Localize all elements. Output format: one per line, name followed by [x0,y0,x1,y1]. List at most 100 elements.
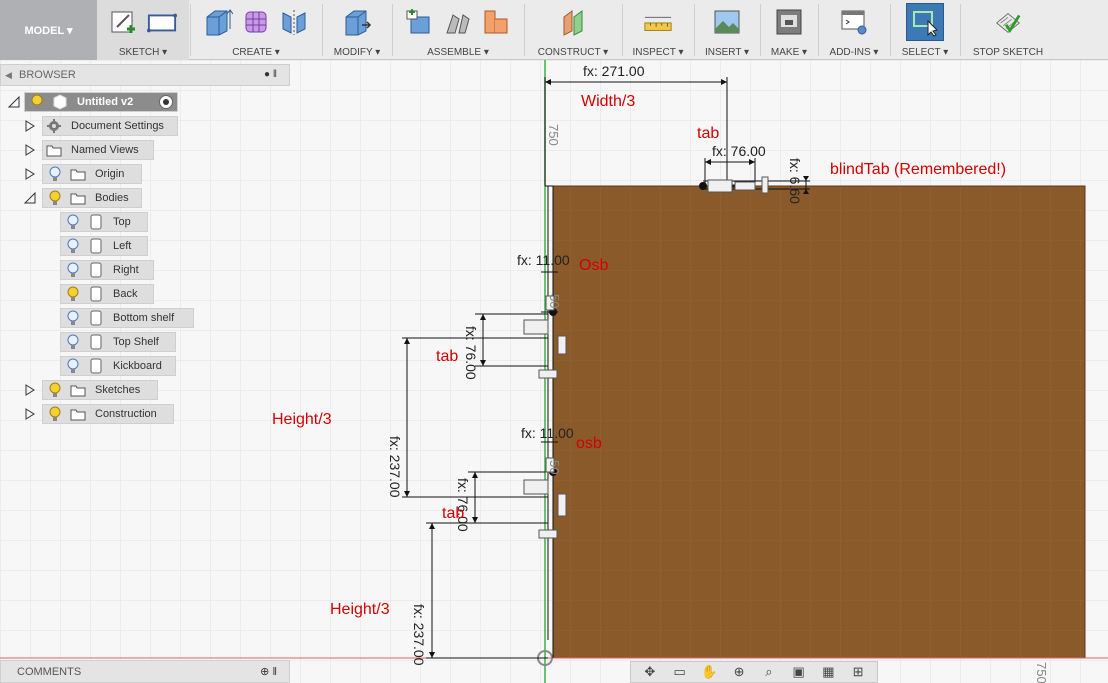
dim-height-2[interactable]: fx: 237.00 [411,604,427,666]
zoom-window-icon[interactable]: ⌕ [758,663,780,681]
scripts-addins-icon[interactable] [839,6,869,38]
visibility-bulb-off-icon[interactable] [65,358,81,374]
tree-node-body-top-shelf[interactable]: Top Shelf [60,332,176,352]
tree-node-document-settings[interactable]: Document Settings [42,116,178,136]
workspace-switcher[interactable]: MODEL ▾ [0,0,97,60]
select-window-icon[interactable] [906,3,944,41]
form-icon[interactable] [241,6,271,38]
look-at-icon[interactable]: ▭ [669,663,691,681]
tree-row-body-left[interactable]: Left [0,236,290,256]
toolbar-label-sketch[interactable]: SKETCH ▾ [97,47,189,58]
dim-tab-1[interactable]: fx: 76.00 [463,326,479,380]
tree-row-body-top[interactable]: Top [0,212,290,232]
collapse-triangle-icon[interactable] [8,96,20,108]
tree-node-bodies[interactable]: Bodies [42,188,142,208]
toolbar-label-addins[interactable]: ADD-INS ▾ [819,47,889,58]
tree-node-body-bottom-shelf[interactable]: Bottom shelf [60,308,194,328]
tree-node-body-left[interactable]: Left [60,236,148,256]
tree-node-body-back[interactable]: Back [60,284,154,304]
toolbar-label-create[interactable]: CREATE ▾ [191,47,321,58]
browser-options-icon[interactable]: ● ‖ [264,69,277,80]
tree-row-body-bottom-shelf[interactable]: Bottom shelf [0,308,290,328]
display-settings-icon[interactable]: ▣ [788,663,810,681]
tree-node-body-top[interactable]: Top [60,212,148,232]
tree-node-sketches[interactable]: Sketches [42,380,158,400]
visibility-bulb-off-icon[interactable] [65,262,81,278]
toolbar-label-modify[interactable]: MODIFY ▾ [323,47,391,58]
tree-node-body-right[interactable]: Right [60,260,154,280]
dim-top-tab[interactable]: fx: 76.00 [712,143,766,159]
expand-triangle-icon[interactable] [24,120,36,132]
add-comment-icon[interactable]: ⊕ ‖ [260,665,277,678]
toolbar-label-insert[interactable]: INSERT ▾ [695,47,759,58]
toolbar-label-make[interactable]: MAKE ▾ [761,47,817,58]
visibility-bulb-icon[interactable] [47,190,63,206]
visibility-bulb-icon[interactable] [65,286,81,302]
tree-row-body-kickboard[interactable]: Kickboard [0,356,290,376]
tree-node-named-views[interactable]: Named Views [42,140,154,160]
mirror-icon[interactable] [279,6,309,38]
offset-plane-icon[interactable] [558,6,588,38]
viewports-icon[interactable]: ⊞ [847,663,869,681]
back-panel-body[interactable] [553,186,1085,658]
toolbar-label-inspect[interactable]: INSPECT ▾ [623,47,693,58]
dim-top-width[interactable]: fx: 271.00 [583,63,645,79]
visibility-bulb-off-icon[interactable] [47,166,63,182]
tree-row-origin[interactable]: Origin [0,164,290,184]
tree-row-bodies[interactable]: Bodies [0,188,290,208]
visibility-bulb-off-icon[interactable] [65,214,81,230]
toolbar-label-select[interactable]: SELECT ▾ [891,47,959,58]
dim-osb-offset-2[interactable]: fx: 11.00 [521,425,574,441]
tree-node-origin[interactable]: Origin [42,164,142,184]
toolbar-label-assemble[interactable]: ASSEMBLE ▾ [393,47,523,58]
3d-print-icon[interactable] [774,6,804,38]
dim-top-tab-depth[interactable]: fx: 6.60 [787,158,803,204]
expand-triangle-icon[interactable] [24,384,36,396]
dim-osb-offset-1[interactable]: fx: 11.00 [517,252,570,268]
as-built-joint-icon[interactable] [481,6,511,38]
dim-height-1[interactable]: fx: 237.00 [387,436,403,498]
tree-root-node[interactable]: Untitled v2 [24,92,178,112]
toolbar-label-stop-sketch[interactable]: STOP SKETCH [961,47,1055,58]
expand-triangle-icon[interactable] [24,168,36,180]
toolbar-label-construct[interactable]: CONSTRUCT ▾ [525,47,621,58]
stop-sketch-icon[interactable] [993,6,1023,38]
orbit-icon[interactable]: ✥ [639,663,661,681]
insert-image-icon[interactable] [712,6,742,38]
expand-triangle-icon[interactable] [24,144,36,156]
new-component-icon[interactable] [405,6,435,38]
tree-row-named-views[interactable]: Named Views [0,140,290,160]
collapse-arrow-icon[interactable]: ◀ [5,70,12,81]
grid-settings-icon[interactable]: ▦ [817,663,839,681]
tree-row-body-right[interactable]: Right [0,260,290,280]
tree-row-construction[interactable]: Construction [0,404,290,424]
tree-row-sketches[interactable]: Sketches [0,380,290,400]
tree-row-body-back[interactable]: Back [0,284,290,304]
dim-tab-2[interactable]: fx: 76.00 [455,478,471,532]
joint-icon[interactable] [443,6,473,38]
visibility-bulb-icon[interactable] [47,382,63,398]
tree-row-body-top-shelf[interactable]: Top Shelf [0,332,290,352]
expand-triangle-icon[interactable] [24,408,36,420]
visibility-bulb-off-icon[interactable] [65,310,81,326]
rectangle-icon[interactable] [147,6,177,38]
tree-node-body-kickboard[interactable]: Kickboard [60,356,176,376]
visibility-bulb-icon[interactable] [47,406,63,422]
collapse-triangle-icon[interactable] [24,192,36,204]
pan-hand-icon[interactable]: ✋ [698,663,720,681]
browser-header[interactable]: ◀ BROWSER ● ‖ [0,64,290,86]
extrude-icon[interactable] [203,6,233,38]
visibility-bulb-icon[interactable] [29,94,45,110]
activate-radio-icon[interactable] [159,95,173,109]
visibility-bulb-off-icon[interactable] [65,334,81,350]
create-sketch-icon[interactable] [109,6,139,38]
comments-panel[interactable]: COMMENTS ⊕ ‖ [0,660,290,683]
tree-row-document-settings[interactable]: Document Settings [0,116,290,136]
press-pull-icon[interactable] [342,6,372,38]
visibility-bulb-off-icon[interactable] [65,238,81,254]
measure-icon[interactable] [643,6,673,38]
toolbar-group-addins: ADD-INS ▾ [819,0,889,60]
tree-node-construction[interactable]: Construction [42,404,174,424]
tree-row-root[interactable]: Untitled v2 [0,92,290,112]
zoom-icon[interactable]: ⊕ [728,663,750,681]
